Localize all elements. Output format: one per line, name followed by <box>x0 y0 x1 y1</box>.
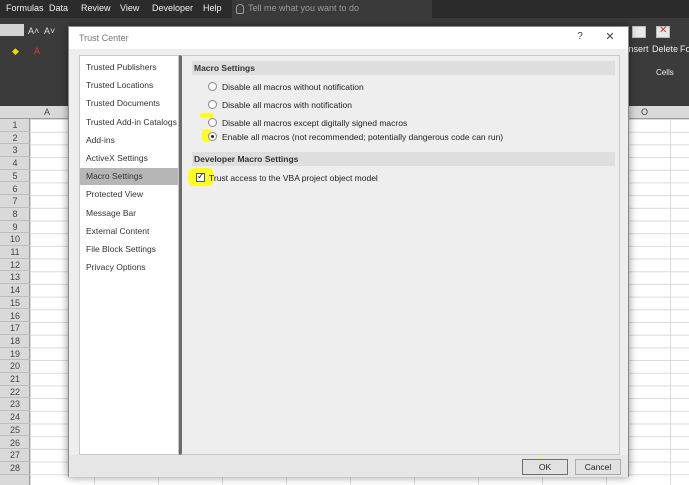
help-button[interactable]: ? <box>573 31 587 42</box>
dialog-title-bar: Trust Center ? ✕ <box>69 27 628 49</box>
row-header[interactable]: 25 <box>0 424 30 437</box>
row-header[interactable]: 20 <box>0 360 30 373</box>
nav-item-trusted-locations[interactable]: Trusted Locations <box>80 77 178 94</box>
nav-item-message-bar[interactable]: Message Bar <box>80 205 178 222</box>
insert-button[interactable]: Insert <box>626 44 649 54</box>
row-header[interactable]: 4 <box>0 157 30 170</box>
menu-review[interactable]: Review <box>81 3 111 13</box>
row-header[interactable]: 10 <box>0 233 30 246</box>
dialog-title: Trust Center <box>79 33 129 43</box>
column-header-a[interactable]: A <box>44 107 50 117</box>
macro-settings-panel: Macro Settings Disable all macros withou… <box>179 55 620 455</box>
nav-item-trusted-publishers[interactable]: Trusted Publishers <box>80 59 178 76</box>
font-color-icon[interactable]: A <box>34 46 40 56</box>
row-header[interactable]: 6 <box>0 183 30 196</box>
row-header[interactable]: 7 <box>0 195 30 208</box>
option-label-enable-all-macros[interactable]: Enable all macros (not recommended; pote… <box>222 132 503 142</box>
shrink-font-icon[interactable]: A˅ <box>44 26 55 36</box>
macro-settings-heading: Macro Settings <box>194 63 255 73</box>
macro-settings-header: Macro Settings <box>192 61 615 75</box>
nav-item-external-content[interactable]: External Content <box>80 223 178 240</box>
row-header[interactable]: 9 <box>0 221 30 234</box>
row-header[interactable]: 3 <box>0 144 30 158</box>
row-header[interactable]: 2 <box>0 132 30 145</box>
menu-formulas[interactable]: Formulas <box>6 3 44 13</box>
row-header[interactable]: 23 <box>0 398 30 412</box>
trust-vba-label[interactable]: Trust access to the VBA project object m… <box>209 173 378 183</box>
radio-disable-no-notification[interactable] <box>208 82 217 91</box>
radio-enable-all-macros[interactable] <box>208 132 217 141</box>
row-header[interactable]: 8 <box>0 208 30 221</box>
option-label-disable-with-notification[interactable]: Disable all macros with notification <box>222 100 352 110</box>
format-button[interactable]: For <box>680 44 689 54</box>
row-header[interactable]: 13 <box>0 271 30 285</box>
row-header[interactable]: 18 <box>0 335 30 348</box>
highlight-mark-radio <box>200 113 214 118</box>
nav-item-trusted-documents[interactable]: Trusted Documents <box>80 95 178 112</box>
row-header[interactable]: 22 <box>0 386 30 399</box>
row-header[interactable]: 14 <box>0 284 30 297</box>
cells-group: Insert Delete For Cells <box>622 20 689 78</box>
nav-item-trusted-add-in-catalogs[interactable]: Trusted Add-in Catalogs <box>80 114 178 131</box>
menu-data[interactable]: Data <box>49 3 68 13</box>
tell-me-placeholder: Tell me what you want to do <box>248 3 360 13</box>
row-headers: 1 2 3 4 5 6 7 8 9 10 11 12 13 14 15 16 17 18 19 20 21 22 23 24 2… <box>0 119 30 485</box>
row-header[interactable]: 21 <box>0 373 30 386</box>
option-label-disable-no-notification[interactable]: Disable all macros without notification <box>222 82 364 92</box>
tell-me-search[interactable]: Tell me what you want to do <box>232 0 432 18</box>
trust-vba-checkbox[interactable] <box>196 171 205 182</box>
menu-help[interactable]: Help <box>203 3 222 13</box>
delete-button[interactable]: Delete <box>652 44 678 54</box>
radio-disable-with-notification[interactable] <box>208 100 217 109</box>
row-header[interactable]: 11 <box>0 246 30 259</box>
row-header[interactable]: 16 <box>0 310 30 323</box>
row-header[interactable]: 28 <box>0 462 30 475</box>
nav-item-activex-settings[interactable]: ActiveX Settings <box>80 150 178 167</box>
delete-cells-icon[interactable] <box>656 25 670 38</box>
excel-menu-bar: Formulas Data Review View Developer Help… <box>0 0 689 18</box>
fill-color-icon[interactable]: ◆ <box>12 46 19 57</box>
lightbulb-icon <box>236 4 244 14</box>
cells-group-label: Cells <box>656 68 674 77</box>
column-header-o[interactable]: O <box>641 107 648 117</box>
nav-item-protected-view[interactable]: Protected View <box>80 186 178 203</box>
font-size-box[interactable] <box>0 24 24 36</box>
nav-item-privacy-options[interactable]: Privacy Options <box>80 259 178 276</box>
nav-item-file-block-settings[interactable]: File Block Settings <box>80 241 178 258</box>
trust-center-dialog: Trust Center ? ✕ Trusted Publishers Trust… <box>68 26 629 477</box>
row-header[interactable]: 19 <box>0 348 30 361</box>
radio-disable-except-signed[interactable] <box>208 118 217 127</box>
row-header[interactable]: 1 <box>0 119 30 132</box>
nav-item-add-ins[interactable]: Add-ins <box>80 132 178 149</box>
row-header[interactable]: 27 <box>0 449 30 462</box>
developer-settings-header: Developer Macro Settings <box>192 152 615 166</box>
row-header[interactable]: 26 <box>0 437 30 450</box>
cancel-button[interactable]: Cancel <box>575 459 621 475</box>
grow-font-icon[interactable]: A˄ <box>28 26 39 36</box>
close-icon[interactable]: ✕ <box>603 30 617 43</box>
option-label-disable-except-signed[interactable]: Disable all macros except digitally sign… <box>222 118 407 128</box>
ok-button[interactable]: OK <box>522 459 568 475</box>
trust-center-nav: Trusted Publishers Trusted Locations Trust… <box>79 55 179 455</box>
menu-developer[interactable]: Developer <box>152 3 193 13</box>
insert-cells-icon[interactable] <box>632 26 646 38</box>
dialog-footer: OK Cancel <box>69 455 628 477</box>
menu-view[interactable]: View <box>120 3 139 13</box>
row-header[interactable]: 24 <box>0 411 30 424</box>
row-header[interactable]: 5 <box>0 170 30 183</box>
developer-settings-heading: Developer Macro Settings <box>194 154 299 164</box>
row-header[interactable]: 17 <box>0 322 30 335</box>
nav-item-macro-settings[interactable]: Macro Settings <box>80 168 178 186</box>
row-header[interactable]: 12 <box>0 259 30 272</box>
row-header[interactable]: 15 <box>0 297 30 310</box>
